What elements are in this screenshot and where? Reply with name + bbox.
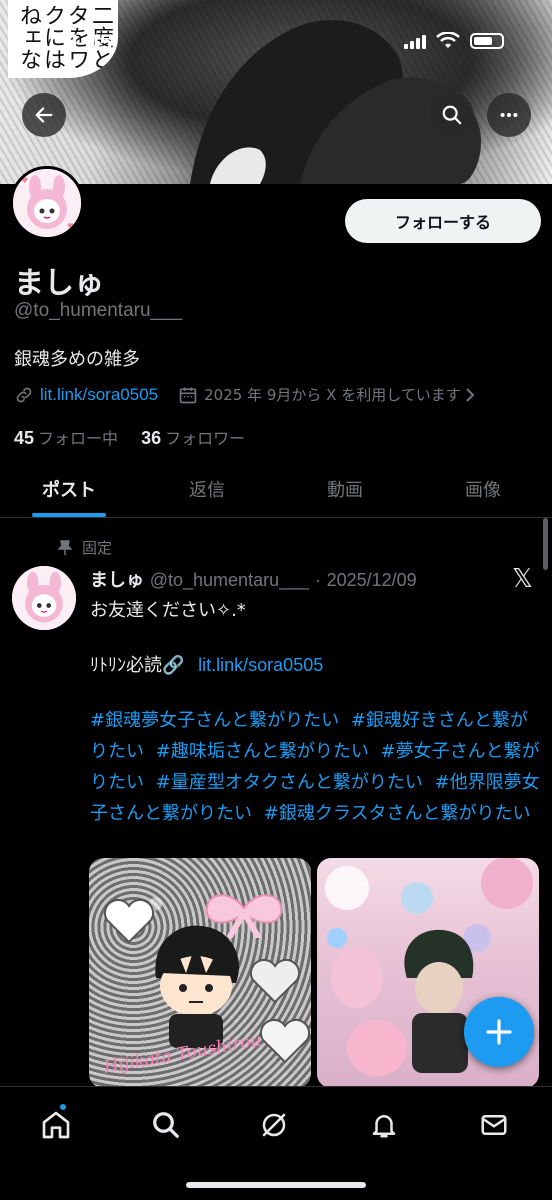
svg-text:♥: ♥ <box>21 176 28 185</box>
hashtag[interactable]: #量産型オタクさんと繋がりたい <box>156 772 423 793</box>
hashtag[interactable]: #趣味垢さんと繋がりたい <box>156 741 369 762</box>
search-icon <box>153 1112 179 1138</box>
svg-text:♥: ♥ <box>67 222 74 231</box>
post-link[interactable]: lit.link/sora0505 <box>198 655 323 675</box>
compose-button[interactable] <box>464 997 534 1067</box>
bell-icon <box>372 1115 396 1138</box>
hashtag[interactable]: #銀魂夢女子さんと繋がりたい <box>90 710 339 731</box>
post-author-name[interactable]: ましゅ <box>90 570 144 591</box>
tab-posts[interactable]: ポスト <box>0 460 138 517</box>
banner-illustration <box>190 20 481 184</box>
profile-handle: @to_humentaru___ <box>14 300 183 321</box>
chevron-right-icon[interactable] <box>463 387 477 403</box>
profile-bio: 銀魂多めの雑多 <box>14 349 140 370</box>
follow-button[interactable]: フォローする <box>345 199 541 243</box>
tab-images[interactable]: 画像 <box>414 460 552 517</box>
link-icon <box>16 387 32 402</box>
signal-icon <box>404 33 426 49</box>
profile-banner[interactable]: 二度とタをワクにはねェな <box>0 0 552 184</box>
nav-search[interactable] <box>146 1105 186 1145</box>
nav-grok[interactable] <box>254 1105 294 1145</box>
post-hashtags: #銀魂夢女子さんと繋がりたい #銀魂好きさんと繋がりたい #趣味垢さんと繋がりた… <box>90 705 542 829</box>
profile-avatar[interactable]: ♥ ♥ <box>10 166 84 240</box>
scrollbar[interactable] <box>543 518 548 570</box>
follow-stats: 45 フォロー中 36 フォロワー <box>14 425 245 449</box>
post-author-avatar[interactable] <box>12 566 76 630</box>
more-button[interactable] <box>487 93 531 137</box>
x-logo-icon: 𝕏 <box>512 564 533 594</box>
post-date[interactable]: 2025/12/09 <box>327 570 417 590</box>
post-image-1[interactable]: Hijikata Toushirou <box>89 858 311 1088</box>
nav-notifications[interactable] <box>364 1105 404 1145</box>
followers-label: フォロワー <box>165 429 246 448</box>
battery-icon <box>470 33 504 49</box>
post-separator: · <box>314 570 321 590</box>
chibi-character <box>155 925 240 1048</box>
home-indicator <box>186 1182 366 1188</box>
arrow-left-icon <box>35 107 53 123</box>
heart-decoration <box>260 1019 310 1064</box>
post-text-line2: ﾘﾄﾘﾝ必読🔗 lit.link/sora0505 <box>90 651 323 677</box>
following-count: 45 <box>14 428 35 448</box>
more-dots-icon <box>500 112 518 118</box>
post-header: ましゅ @to_humentaru___ · 2025/12/09 <box>90 566 490 592</box>
post-author-handle[interactable]: @to_humentaru___ <box>150 570 309 590</box>
followers-count: 36 <box>141 428 162 448</box>
calendar-icon <box>179 387 197 403</box>
status-time: 1:45 <box>68 30 113 55</box>
profile-link[interactable]: lit.link/sora0505 <box>40 385 158 405</box>
joined-date: 2025 年 9月から X を利用しています <box>204 386 461 404</box>
mail-icon <box>481 1115 507 1135</box>
wifi-icon <box>436 32 460 48</box>
search-icon <box>442 105 462 125</box>
tab-replies[interactable]: 返信 <box>138 460 276 517</box>
following-label: フォロー中 <box>38 429 119 448</box>
avatar-illustration: ♥♥ <box>13 169 81 237</box>
grok-icon <box>262 1113 286 1137</box>
pinned-label: 固定 <box>82 539 113 557</box>
followers-link[interactable]: 36 フォロワー <box>141 428 246 448</box>
profile-name: ましゅ <box>14 266 104 301</box>
post-text-line1: お友達ください✧.* <box>90 600 246 621</box>
back-button[interactable] <box>22 93 66 137</box>
home-icon <box>42 1111 70 1139</box>
hashtag[interactable]: #銀魂クラスタさんと繋がりたい <box>264 803 531 824</box>
following-link[interactable]: 45 フォロー中 <box>14 428 119 448</box>
nav-messages[interactable] <box>474 1105 514 1145</box>
tab-videos[interactable]: 動画 <box>276 460 414 517</box>
pinned-indicator: 固定 <box>58 537 112 558</box>
pin-icon <box>58 539 72 555</box>
search-button[interactable] <box>430 93 474 137</box>
notification-dot <box>58 1102 68 1112</box>
heart-decoration <box>250 959 300 1004</box>
status-indicators <box>404 32 504 50</box>
profile-meta: lit.link/sora0505 2025 年 9月から X を利用しています <box>14 384 477 405</box>
profile-tabs: ポスト 返信 動画 画像 <box>0 460 552 518</box>
plus-icon <box>486 1019 512 1045</box>
nav-home[interactable] <box>36 1102 76 1145</box>
post-text-prefix: ﾘﾄﾘﾝ必読🔗 <box>90 655 185 676</box>
avatar-illustration <box>12 566 76 630</box>
